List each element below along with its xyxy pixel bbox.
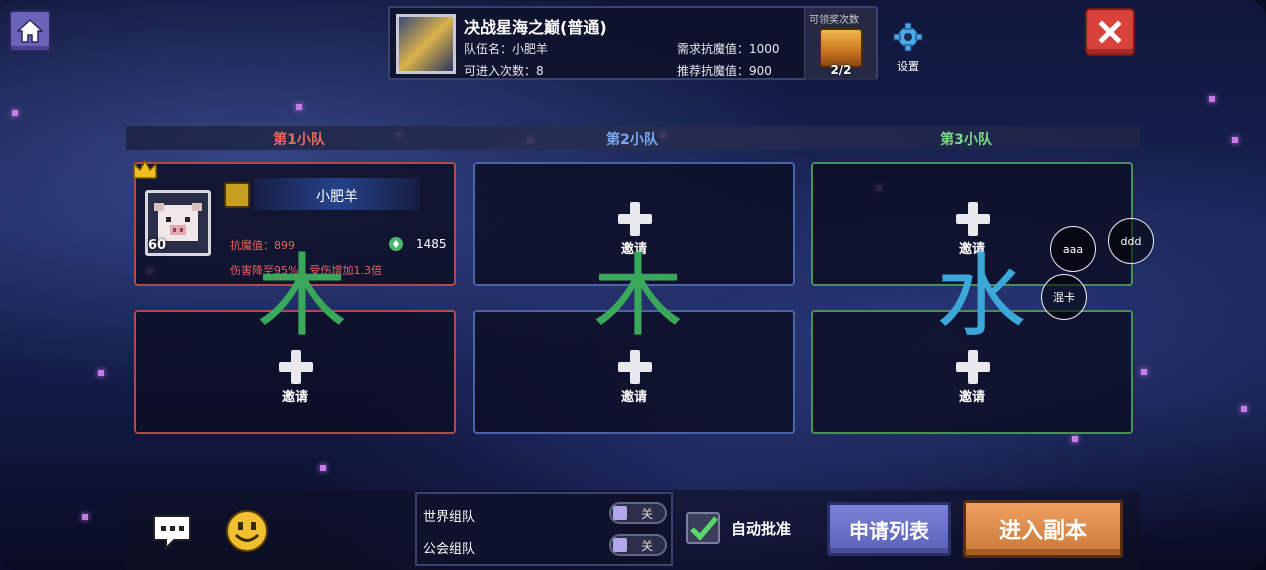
home-button[interactable] — [9, 10, 51, 52]
crown-icon — [133, 159, 157, 179]
gear-icon — [893, 22, 923, 52]
chat-bubble-icon — [153, 515, 191, 551]
world-team-toggle[interactable]: 关 — [609, 502, 667, 524]
close-icon — [1098, 20, 1122, 44]
member-name: 小肥羊 — [316, 189, 358, 205]
star-decoration — [320, 465, 326, 471]
toggle-knob — [613, 538, 627, 552]
invite-label: 邀请 — [281, 390, 308, 405]
auto-approve-label: 自动批准 — [731, 520, 792, 538]
team-3-element-label: 水 — [936, 244, 1026, 349]
team-1-title: 第1小队 — [273, 132, 325, 148]
enter-dungeon-button[interactable]: 进入副本 — [963, 500, 1123, 558]
entries-remaining: 可进入次数：8 — [464, 64, 544, 78]
power-icon — [389, 237, 403, 251]
star-decoration — [1232, 137, 1238, 143]
floating-bubble-hunka[interactable]: 混卡 — [1041, 274, 1087, 320]
team-3-title: 第3小队 — [940, 132, 992, 148]
smiley-face-icon — [226, 510, 268, 552]
plus-icon — [956, 202, 990, 236]
world-team-label: 世界组队 — [423, 510, 476, 525]
member-power: 1485 — [416, 237, 447, 251]
settings-button[interactable]: 设置 — [888, 22, 928, 74]
dungeon-info-panel: 决战星海之巅(普通) 队伍名：小肥羊 可进入次数：8 需求抗魔值：1000 推荐… — [388, 6, 878, 80]
team-1-element-label: 木 — [257, 244, 347, 349]
invite-label: 邀请 — [620, 390, 647, 405]
toggle-state: 关 — [641, 539, 654, 553]
team-header-bar: 第1小队 第2小队 第3小队 — [126, 126, 1140, 150]
checkmark-icon — [690, 516, 718, 541]
team-badge-icon — [224, 182, 250, 208]
team-2-title: 第2小队 — [606, 132, 658, 148]
close-button[interactable] — [1085, 8, 1135, 56]
star-decoration — [1141, 369, 1147, 375]
star-decoration — [82, 514, 88, 520]
reward-box[interactable]: 可领奖次数 2/2 — [804, 8, 876, 80]
team-name-label: 队伍名：小肥羊 — [464, 42, 549, 56]
star-decoration — [98, 370, 104, 376]
application-list-button[interactable]: 申请列表 — [827, 502, 951, 556]
star-decoration — [1209, 96, 1215, 102]
matchmaking-toggle-panel: 世界组队 关 公会组队 关 — [415, 492, 673, 566]
floating-bubble-aaa[interactable]: aaa — [1050, 226, 1096, 272]
plus-icon — [618, 350, 652, 384]
star-decoration — [12, 110, 18, 116]
member-name-bar: 小肥羊 — [254, 178, 420, 210]
required-resistance: 需求抗魔值：1000 — [677, 42, 780, 56]
game-screen: 决战星海之巅(普通) 队伍名：小肥羊 可进入次数：8 需求抗魔值：1000 推荐… — [0, 0, 1266, 570]
star-decoration — [1072, 436, 1078, 442]
guild-team-toggle[interactable]: 关 — [609, 534, 667, 556]
reward-count: 2/2 — [830, 63, 852, 77]
player-level: 60 — [148, 238, 167, 253]
plus-icon — [279, 350, 313, 384]
home-icon — [17, 18, 43, 43]
guild-team-label: 公会组队 — [423, 542, 476, 557]
star-decoration — [296, 104, 302, 110]
recommended-resistance: 推荐抗魔值：900 — [677, 64, 772, 78]
emoji-button[interactable] — [224, 508, 270, 554]
treasure-chest-icon — [819, 28, 863, 68]
toggle-state: 关 — [641, 507, 654, 521]
star-decoration — [1241, 406, 1247, 412]
reward-label: 可领奖次数 — [809, 15, 859, 26]
dungeon-portrait — [396, 14, 456, 74]
chat-button[interactable] — [150, 510, 194, 554]
toggle-knob — [613, 506, 627, 520]
settings-label: 设置 — [897, 60, 919, 73]
team-2-element-label: 木 — [593, 244, 683, 349]
auto-approve-checkbox[interactable] — [686, 512, 720, 544]
invite-label: 邀请 — [958, 390, 985, 405]
floating-bubble-ddd[interactable]: ddd — [1108, 218, 1154, 264]
plus-icon — [618, 202, 652, 236]
dungeon-title: 决战星海之巅(普通) — [464, 18, 607, 37]
plus-icon — [956, 350, 990, 384]
